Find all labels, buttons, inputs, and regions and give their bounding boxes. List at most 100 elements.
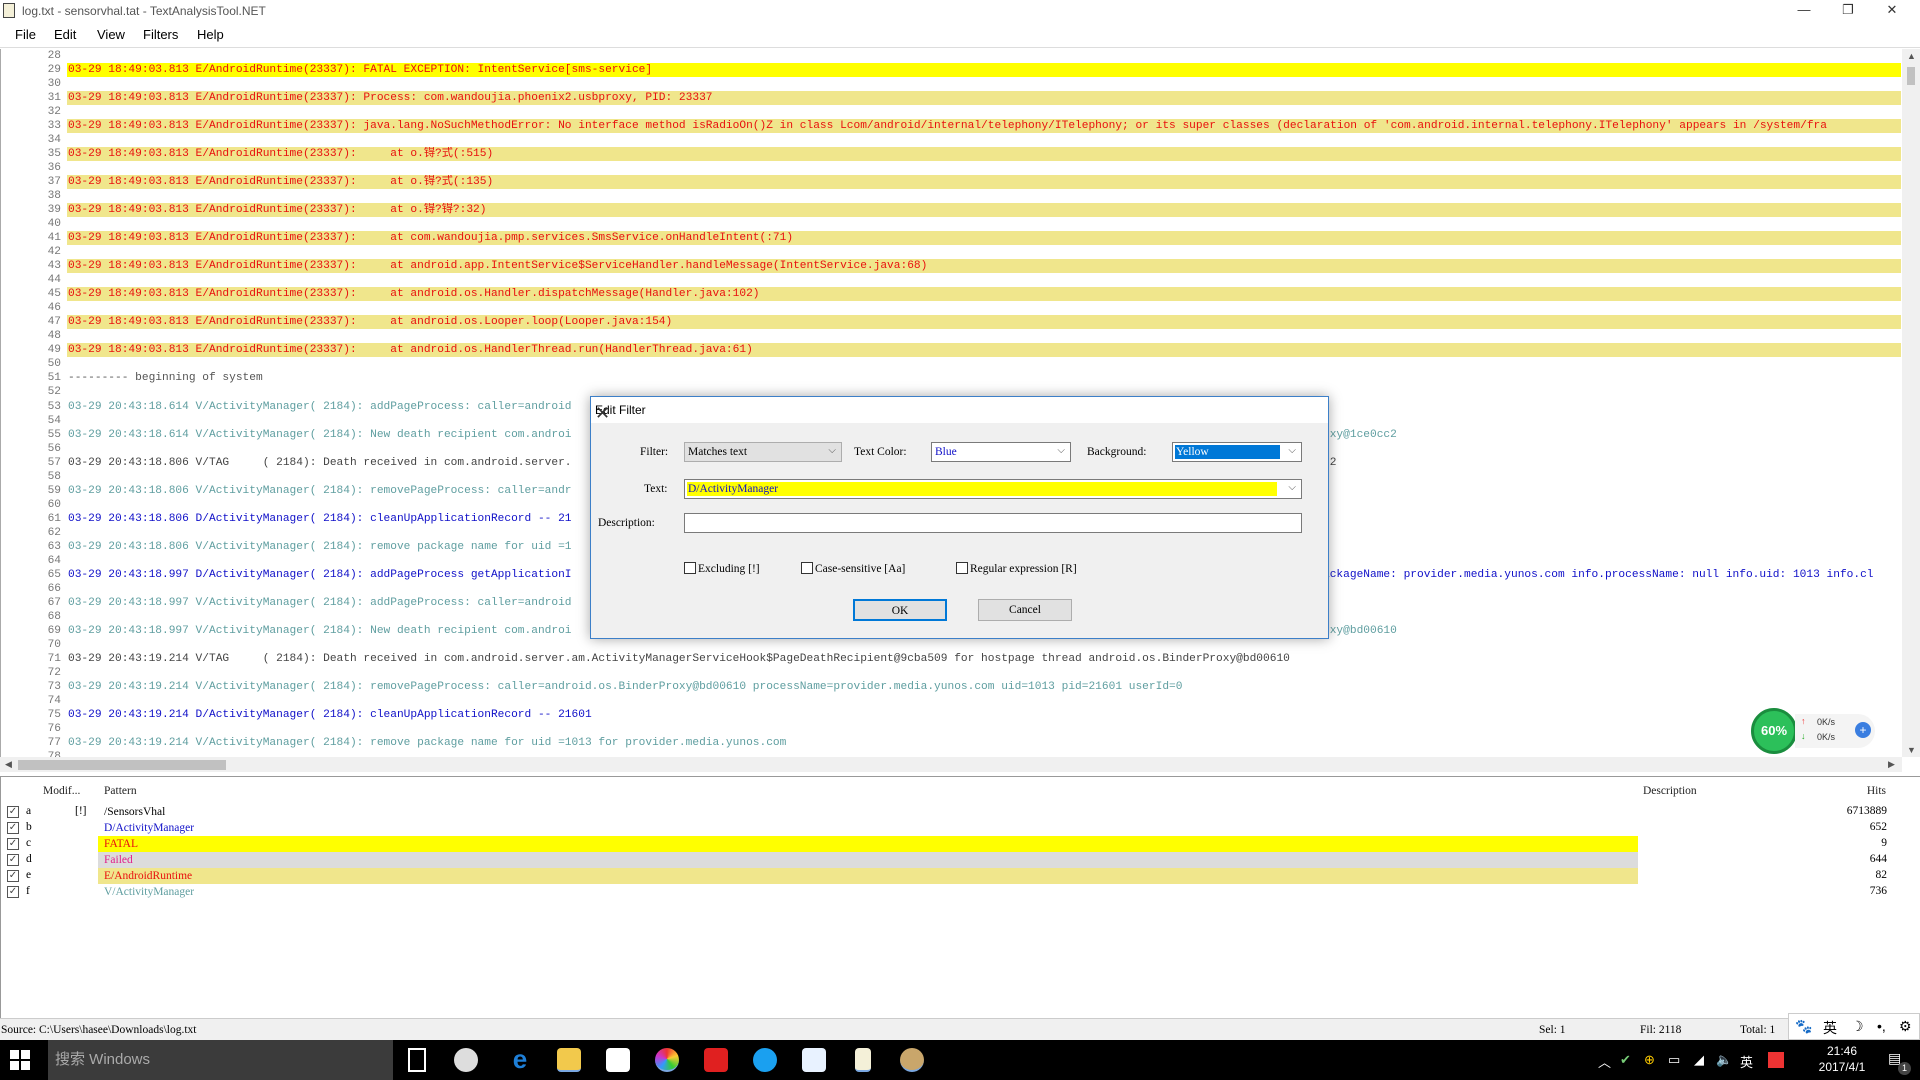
- plus-icon[interactable]: +: [1855, 722, 1871, 738]
- windows-start-icon[interactable]: [10, 1050, 30, 1070]
- log-line[interactable]: 42: [1, 245, 1902, 259]
- log-line[interactable]: 35 03-29 18:49:03.813 E/AndroidRuntime(23…: [1, 147, 1902, 162]
- gear-icon[interactable]: ⚙: [1899, 1018, 1912, 1035]
- menu-edit[interactable]: Edit: [54, 27, 76, 42]
- log-line[interactable]: 74: [1, 694, 1902, 708]
- log-line[interactable]: 28: [1, 49, 1902, 63]
- log-line[interactable]: 49 03-29 18:49:03.813 E/AndroidRuntime(23…: [1, 343, 1902, 358]
- volume-icon[interactable]: 🔈: [1716, 1052, 1732, 1068]
- filter-type-select[interactable]: Matches text ⌵: [684, 442, 842, 462]
- clock[interactable]: 21:46 2017/4/1: [1812, 1043, 1872, 1075]
- paw-icon[interactable]: 🐾: [1795, 1018, 1812, 1035]
- excluding-checkbox[interactable]: Excluding [!]: [684, 562, 760, 575]
- horizontal-scrollbar[interactable]: ◀ ▶: [0, 757, 1902, 772]
- task-view-icon[interactable]: [408, 1048, 426, 1072]
- filter-row[interactable]: ✓ d Failed 644: [1, 852, 1920, 868]
- log-line[interactable]: 30: [1, 77, 1902, 91]
- power-icon[interactable]: ▭: [1668, 1052, 1680, 1068]
- network-widget[interactable]: 60% ↑ 0K/s ↓ 0K/s +: [1751, 708, 1876, 754]
- search-box[interactable]: 搜索 Windows: [48, 1040, 393, 1080]
- log-line[interactable]: 41 03-29 18:49:03.813 E/AndroidRuntime(23…: [1, 231, 1902, 246]
- log-line[interactable]: 45 03-29 18:49:03.813 E/AndroidRuntime(23…: [1, 287, 1902, 302]
- log-line[interactable]: 51 --------- beginning of system: [1, 371, 1902, 385]
- scroll-right-icon[interactable]: ▶: [1888, 759, 1895, 770]
- log-line[interactable]: 76: [1, 722, 1902, 736]
- tray-lang[interactable]: 英: [1740, 1052, 1753, 1071]
- close-button[interactable]: ✕: [1870, 0, 1914, 22]
- scroll-left-icon[interactable]: ◀: [5, 759, 12, 770]
- filter-row[interactable]: ✓ f V/ActivityManager 736: [1, 884, 1920, 900]
- app-icon-bird[interactable]: [802, 1048, 826, 1072]
- log-line[interactable]: 47 03-29 18:49:03.813 E/AndroidRuntime(23…: [1, 315, 1902, 330]
- regex-checkbox[interactable]: Regular expression [R]: [956, 562, 1077, 575]
- chevron-up-icon[interactable]: ︿: [1598, 1052, 1611, 1071]
- textanalysistool-icon[interactable]: [855, 1048, 871, 1072]
- chrome-icon[interactable]: [655, 1048, 679, 1072]
- wifi-icon[interactable]: ◢: [1694, 1052, 1704, 1068]
- description-input[interactable]: [684, 513, 1302, 533]
- log-line[interactable]: 50: [1, 357, 1902, 371]
- log-line[interactable]: 71 03-29 20:43:19.214 V/TAG ( 2184): Deat…: [1, 652, 1902, 666]
- log-line[interactable]: 39 03-29 18:49:03.813 E/AndroidRuntime(23…: [1, 203, 1902, 218]
- close-icon[interactable]: ✕: [595, 403, 1320, 424]
- case-sensitive-checkbox[interactable]: Case-sensitive [Aa]: [801, 562, 905, 575]
- log-line[interactable]: 70: [1, 638, 1902, 652]
- filter-row[interactable]: ✓ e E/AndroidRuntime 82: [1, 868, 1920, 884]
- youdao-icon[interactable]: [704, 1048, 728, 1072]
- log-line[interactable]: 40: [1, 217, 1902, 231]
- log-line[interactable]: 73 03-29 20:43:19.214 V/ActivityManager( …: [1, 680, 1902, 694]
- cancel-button[interactable]: Cancel: [978, 599, 1072, 621]
- filter-checkbox[interactable]: ✓: [7, 870, 19, 882]
- menu-file[interactable]: File: [15, 27, 36, 42]
- column-modified[interactable]: Modif...: [43, 785, 80, 797]
- security-icon[interactable]: ✔: [1620, 1052, 1631, 1068]
- log-line[interactable]: 32: [1, 105, 1902, 119]
- menu-help[interactable]: Help: [197, 27, 224, 42]
- column-pattern[interactable]: Pattern: [104, 785, 137, 797]
- edge-icon[interactable]: e: [508, 1046, 532, 1072]
- filter-checkbox[interactable]: ✓: [7, 822, 19, 834]
- scroll-up-icon[interactable]: ▲: [1907, 51, 1916, 61]
- minimize-button[interactable]: —: [1782, 0, 1826, 22]
- background-select[interactable]: Yellow ⌵: [1172, 442, 1302, 462]
- column-description[interactable]: Description: [1643, 785, 1697, 797]
- log-line[interactable]: 48: [1, 329, 1902, 343]
- log-line[interactable]: 33 03-29 18:49:03.813 E/AndroidRuntime(23…: [1, 119, 1902, 134]
- menu-view[interactable]: View: [97, 27, 125, 42]
- column-hits[interactable]: Hits: [1867, 785, 1886, 797]
- log-line[interactable]: 37 03-29 18:49:03.813 E/AndroidRuntime(23…: [1, 175, 1902, 190]
- log-line[interactable]: 44: [1, 273, 1902, 287]
- log-line[interactable]: 31 03-29 18:49:03.813 E/AndroidRuntime(23…: [1, 91, 1902, 106]
- filter-checkbox[interactable]: ✓: [7, 838, 19, 850]
- filter-row[interactable]: ✓ c FATAL 9: [1, 836, 1920, 852]
- plus-circle-icon[interactable]: ⊕: [1644, 1052, 1655, 1068]
- ime-lang[interactable]: 英: [1823, 1018, 1837, 1038]
- log-line[interactable]: 78: [1, 750, 1902, 757]
- paint-icon[interactable]: [900, 1048, 924, 1072]
- file-explorer-icon[interactable]: [557, 1048, 581, 1072]
- log-line[interactable]: 43 03-29 18:49:03.813 E/AndroidRuntime(23…: [1, 259, 1902, 274]
- filter-row[interactable]: ✓ a [!] /SensorsVhal 6713889: [1, 804, 1920, 820]
- filter-checkbox[interactable]: ✓: [7, 886, 19, 898]
- ok-button[interactable]: OK: [853, 599, 947, 621]
- log-line[interactable]: 77 03-29 20:43:19.214 V/ActivityManager( …: [1, 736, 1902, 750]
- log-line[interactable]: 72: [1, 666, 1902, 680]
- scroll-thumb[interactable]: [1907, 67, 1915, 85]
- log-line[interactable]: 34: [1, 133, 1902, 147]
- app-icon-fan[interactable]: [454, 1048, 478, 1072]
- filter-checkbox[interactable]: ✓: [7, 806, 19, 818]
- scroll-thumb[interactable]: [18, 760, 226, 770]
- app-icon-m[interactable]: [753, 1048, 777, 1072]
- punctuation-icon[interactable]: •,: [1877, 1018, 1886, 1034]
- text-color-select[interactable]: Blue ⌵: [931, 442, 1071, 462]
- restore-button[interactable]: ❐: [1826, 0, 1870, 22]
- scroll-down-icon[interactable]: ▼: [1907, 745, 1916, 755]
- log-line[interactable]: 46: [1, 301, 1902, 315]
- log-line[interactable]: 36: [1, 161, 1902, 175]
- log-line[interactable]: 75 03-29 20:43:19.214 D/ActivityManager( …: [1, 708, 1902, 722]
- store-icon[interactable]: [606, 1048, 630, 1072]
- moon-icon[interactable]: ☽: [1851, 1018, 1864, 1035]
- filter-row[interactable]: ✓ b D/ActivityManager 652: [1, 820, 1920, 836]
- log-line[interactable]: 38: [1, 189, 1902, 203]
- log-line[interactable]: 29 03-29 18:49:03.813 E/AndroidRuntime(23…: [1, 63, 1902, 78]
